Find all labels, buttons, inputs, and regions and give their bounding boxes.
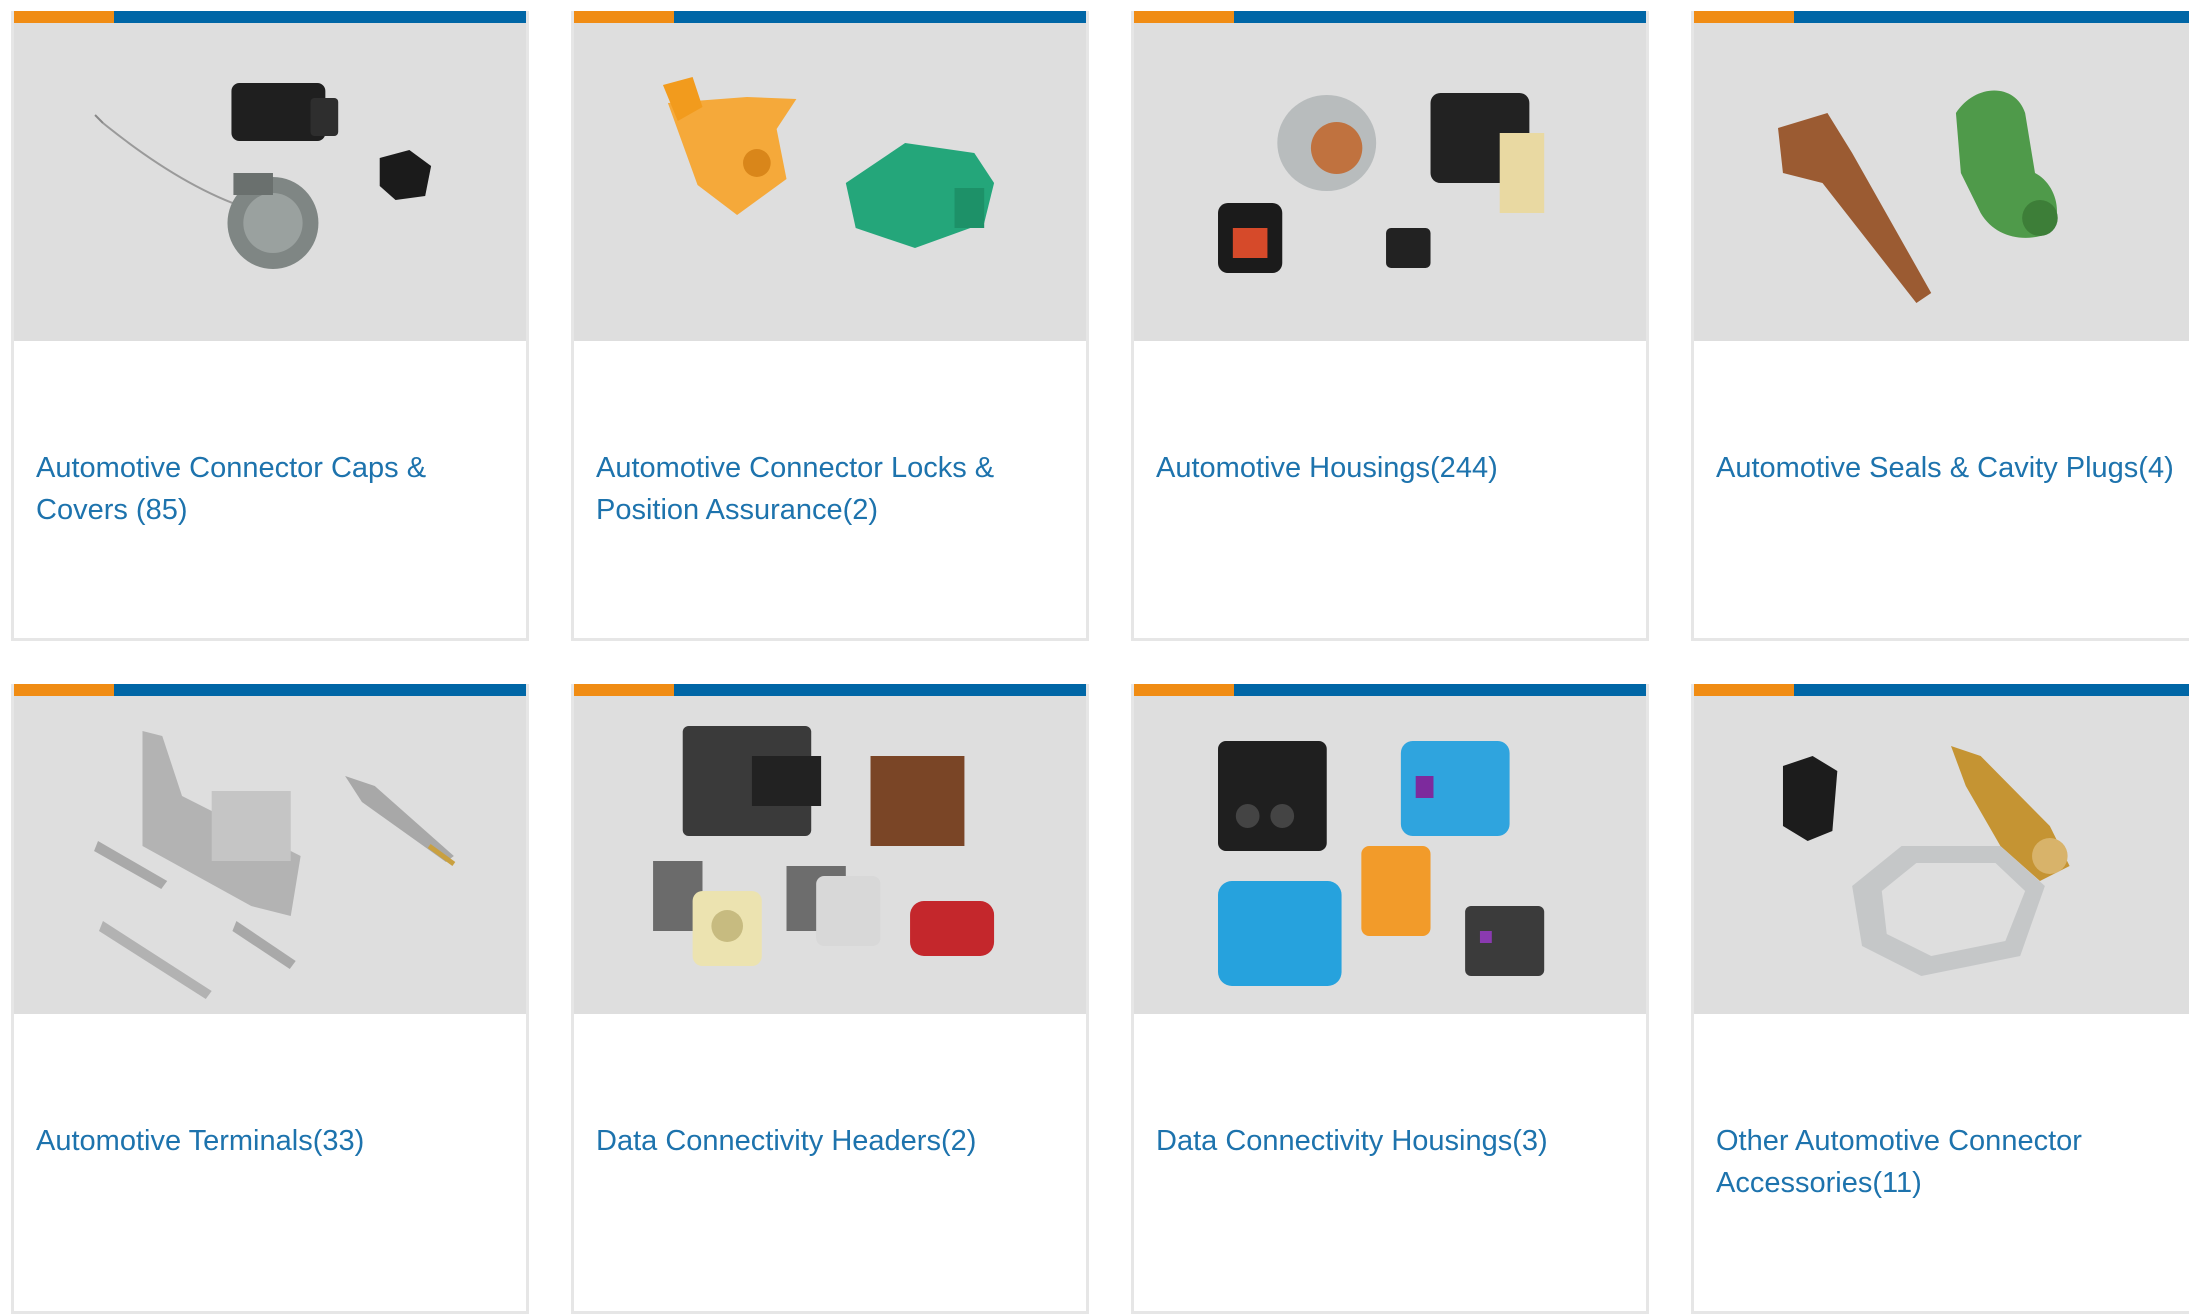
data-headers-image[interactable] — [574, 696, 1086, 1014]
category-link[interactable]: Automotive Connector Locks & Position As… — [596, 447, 1070, 531]
seals-cavity-plugs-image[interactable] — [1694, 23, 2189, 341]
card-accent-bar — [1694, 11, 2189, 23]
caps-covers-image[interactable] — [14, 23, 526, 341]
category-link[interactable]: Automotive Housings(244) — [1156, 447, 1630, 489]
card-accent-bar — [14, 684, 526, 696]
category-card-housings[interactable]: Automotive Housings(244) — [1131, 11, 1649, 641]
terminals-image[interactable] — [14, 696, 526, 1014]
category-grid: Automotive Connector Caps & Covers (85) … — [11, 11, 2189, 1314]
data-housings-image[interactable] — [1134, 696, 1646, 1014]
card-accent-bar — [1134, 684, 1646, 696]
category-link[interactable]: Other Automotive Connector Accessories(1… — [1716, 1120, 2189, 1204]
card-accent-bar — [14, 11, 526, 23]
category-link[interactable]: Automotive Connector Caps & Covers (85) — [36, 447, 510, 531]
category-link[interactable]: Automotive Seals & Cavity Plugs(4) — [1716, 447, 2189, 489]
category-card-caps-covers[interactable]: Automotive Connector Caps & Covers (85) — [11, 11, 529, 641]
category-link[interactable]: Automotive Terminals(33) — [36, 1120, 510, 1162]
card-accent-bar — [1694, 684, 2189, 696]
category-card-data-headers[interactable]: Data Connectivity Headers(2) — [571, 684, 1089, 1314]
category-link[interactable]: Data Connectivity Housings(3) — [1156, 1120, 1630, 1162]
category-card-other[interactable]: Other Automotive Connector Accessories(1… — [1691, 684, 2189, 1314]
category-card-data-housings[interactable]: Data Connectivity Housings(3) — [1131, 684, 1649, 1314]
category-card-seals[interactable]: Automotive Seals & Cavity Plugs(4) — [1691, 11, 2189, 641]
other-accessories-image[interactable] — [1694, 696, 2189, 1014]
housings-image[interactable] — [1134, 23, 1646, 341]
card-accent-bar — [574, 684, 1086, 696]
card-accent-bar — [1134, 11, 1646, 23]
category-card-terminals[interactable]: Automotive Terminals(33) — [11, 684, 529, 1314]
category-link[interactable]: Data Connectivity Headers(2) — [596, 1120, 1070, 1162]
locks-position-assurance-image[interactable] — [574, 23, 1086, 341]
card-accent-bar — [574, 11, 1086, 23]
category-card-locks[interactable]: Automotive Connector Locks & Position As… — [571, 11, 1089, 641]
